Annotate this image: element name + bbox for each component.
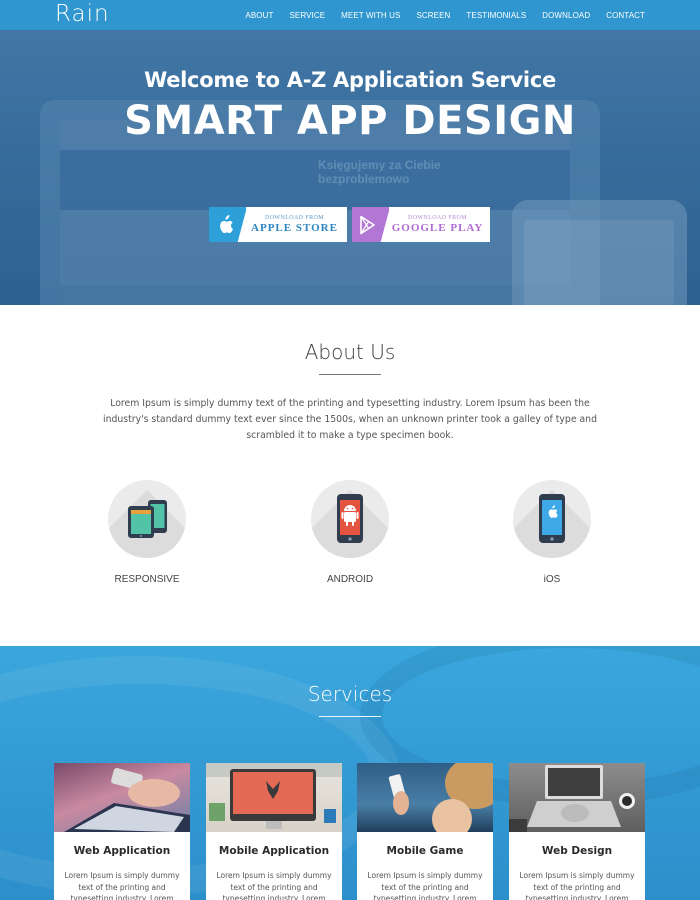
- service-image-desktop-monitor: [206, 763, 342, 832]
- feature-responsive: RESPONSIVE: [77, 480, 217, 585]
- service-image-laptop-desk: [509, 763, 645, 832]
- apple-store-text: DOWNLOAD FROM APPLE STORE: [246, 207, 347, 242]
- service-card-text: Lorem Ipsum is simply dummy text of the …: [367, 871, 483, 900]
- about-section-title: About Us: [304, 340, 396, 364]
- apple-store-label: APPLE STORE: [251, 222, 338, 234]
- hero-welcome-heading: Welcome to A-Z Application Service: [144, 68, 556, 92]
- service-card-text: Lorem Ipsum is simply dummy text of the …: [519, 871, 635, 900]
- nav-link-about[interactable]: ABOUT: [245, 11, 273, 20]
- google-play-button[interactable]: DOWNLOAD FROM GOOGLE PLAY: [352, 207, 490, 242]
- android-phone-icon: [311, 480, 389, 558]
- feature-android-label: ANDROID: [326, 574, 374, 585]
- nav-link-testimonials[interactable]: TESTIMONIALS: [466, 11, 526, 20]
- nav-link-meet-with-us[interactable]: MEET WITH US: [341, 11, 400, 20]
- responsive-devices-icon: [108, 480, 186, 558]
- apple-store-small-label: DOWNLOAD FROM: [264, 215, 325, 221]
- hero-main-title: SMART APP DESIGN: [124, 98, 576, 144]
- service-card-title: Mobile Game: [386, 845, 464, 857]
- service-image-phone-in-hand: [357, 763, 493, 832]
- service-card-text: Lorem Ipsum is simply dummy text of the …: [216, 871, 332, 900]
- services-section-title: Services: [307, 682, 393, 706]
- feature-ios: iOS: [482, 480, 622, 585]
- google-play-small-label: DOWNLOAD FROM: [407, 215, 468, 221]
- nav-link-screen[interactable]: SCREEN: [416, 11, 450, 20]
- service-card-title: Mobile Application: [218, 845, 330, 857]
- service-card-web-application[interactable]: Web Application Lorem Ipsum is simply du…: [54, 763, 190, 900]
- play-icon: [352, 207, 389, 242]
- brand-logo[interactable]: Rain: [55, 1, 110, 27]
- top-navbar: Rain ABOUT SERVICE MEET WITH US SCREEN T…: [0, 0, 700, 30]
- services-section: Services Web Application Lorem Ipsum is …: [0, 646, 700, 900]
- nav-menu: ABOUT SERVICE MEET WITH US SCREEN TESTIM…: [229, 0, 645, 30]
- service-card-mobile-game[interactable]: Mobile Game Lorem Ipsum is simply dummy …: [357, 763, 493, 900]
- apple-store-button[interactable]: DOWNLOAD FROM APPLE STORE: [209, 207, 347, 242]
- service-card-text: Lorem Ipsum is simply dummy text of the …: [64, 871, 180, 900]
- feature-android: ANDROID: [280, 480, 420, 585]
- ios-phone-icon: [513, 480, 591, 558]
- apple-icon: [209, 207, 246, 242]
- nav-link-contact[interactable]: CONTACT: [606, 11, 645, 20]
- nav-link-download[interactable]: DOWNLOAD: [542, 11, 590, 20]
- feature-responsive-label: RESPONSIVE: [114, 574, 180, 585]
- service-card-title: Web Application: [73, 845, 171, 857]
- about-description: Lorem Ipsum is simply dummy text of the …: [103, 398, 597, 441]
- service-card-title: Web Design: [541, 845, 613, 857]
- service-card-mobile-application[interactable]: Mobile Application Lorem Ipsum is simply…: [206, 763, 342, 900]
- nav-link-service[interactable]: SERVICE: [289, 11, 325, 20]
- about-title-divider: [319, 374, 381, 375]
- feature-ios-label: iOS: [543, 574, 561, 585]
- services-title-divider: [319, 716, 381, 717]
- google-play-label: GOOGLE PLAY: [391, 222, 484, 234]
- service-image-laptop-phone: [54, 763, 190, 832]
- google-play-text: DOWNLOAD FROM GOOGLE PLAY: [389, 207, 490, 242]
- service-card-web-design[interactable]: Web Design Lorem Ipsum is simply dummy t…: [509, 763, 645, 900]
